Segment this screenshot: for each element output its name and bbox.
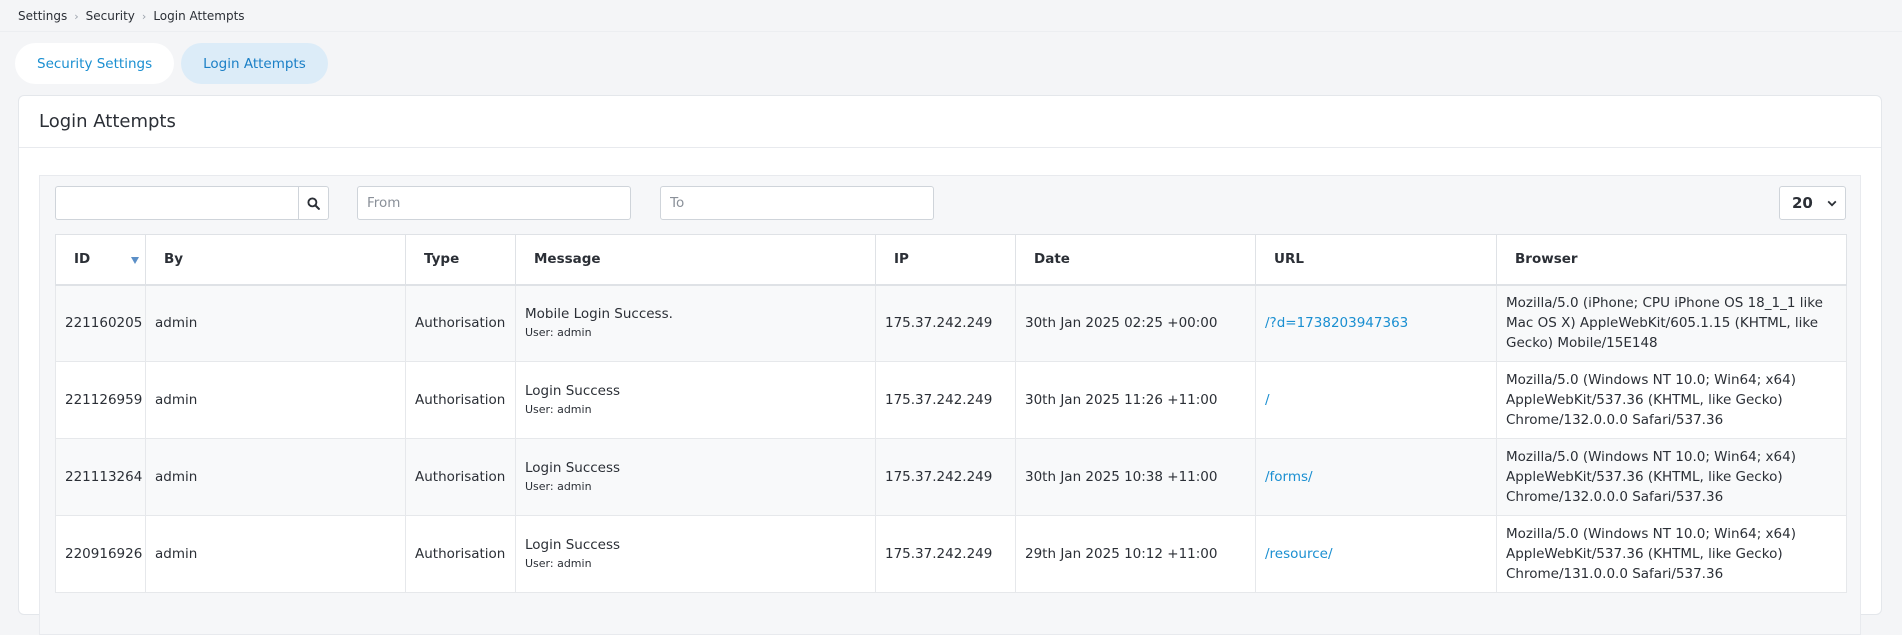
- table-row: 220916926 admin Authorisation Login Succ…: [55, 515, 1847, 593]
- column-header-message[interactable]: Message: [515, 234, 876, 286]
- panel-title: Login Attempts: [19, 96, 1881, 148]
- breadcrumb: Settings › Security › Login Attempts: [18, 9, 245, 23]
- cell-url: /resource/: [1255, 515, 1497, 593]
- column-header-by[interactable]: By: [145, 234, 406, 286]
- cell-browser: Mozilla/5.0 (Windows NT 10.0; Win64; x64…: [1496, 515, 1847, 593]
- cell-date: 30th Jan 2025 11:26 +11:00: [1015, 361, 1256, 439]
- breadcrumb-item-login-attempts: Login Attempts: [153, 9, 245, 23]
- cell-url: /: [1255, 361, 1497, 439]
- cell-by: admin: [145, 361, 406, 439]
- cell-id: 220916926: [55, 515, 146, 593]
- table-header-row: ID By Type Message IP Date URL Browser: [55, 234, 1847, 286]
- message-text: Login Success: [525, 537, 621, 553]
- column-header-type[interactable]: Type: [405, 234, 516, 286]
- column-header-browser[interactable]: Browser: [1496, 234, 1847, 286]
- cell-message: Mobile Login Success. User: admin: [515, 284, 876, 362]
- page-size-select[interactable]: 20: [1779, 186, 1846, 220]
- cell-message: Login Success User: admin: [515, 361, 876, 439]
- breadcrumb-separator-icon: ›: [141, 9, 147, 23]
- cell-browser: Mozilla/5.0 (Windows NT 10.0; Win64; x64…: [1496, 361, 1847, 439]
- cell-ip: 175.37.242.249: [875, 515, 1016, 593]
- date-to-input[interactable]: [660, 186, 934, 220]
- cell-date: 30th Jan 2025 10:38 +11:00: [1015, 438, 1256, 516]
- cell-date: 29th Jan 2025 10:12 +11:00: [1015, 515, 1256, 593]
- column-header-id[interactable]: ID: [55, 234, 146, 286]
- cell-browser: Mozilla/5.0 (iPhone; CPU iPhone OS 18_1_…: [1496, 284, 1847, 362]
- cell-date: 30th Jan 2025 02:25 +00:00: [1015, 284, 1256, 362]
- column-header-ip[interactable]: IP: [875, 234, 1016, 286]
- tab-security-settings[interactable]: Security Settings: [15, 43, 175, 84]
- chevron-down-icon: [1827, 200, 1837, 206]
- tab-login-attempts[interactable]: Login Attempts: [181, 43, 328, 84]
- message-text: Login Success: [525, 460, 621, 476]
- column-header-url[interactable]: URL: [1255, 234, 1497, 286]
- cell-url: /forms/: [1255, 438, 1497, 516]
- search-input[interactable]: [55, 186, 298, 220]
- column-header-date[interactable]: Date: [1015, 234, 1256, 286]
- message-user: User: admin: [525, 403, 592, 416]
- breadcrumb-item-settings[interactable]: Settings: [18, 9, 67, 23]
- page-size-value: 20: [1792, 194, 1813, 212]
- cell-id: 221160205: [55, 284, 146, 362]
- cell-browser: Mozilla/5.0 (Windows NT 10.0; Win64; x64…: [1496, 438, 1847, 516]
- cell-ip: 175.37.242.249: [875, 284, 1016, 362]
- breadcrumb-separator-icon: ›: [74, 9, 79, 23]
- url-link[interactable]: /resource/: [1265, 546, 1333, 562]
- table-row: 221126959 admin Authorisation Login Succ…: [55, 361, 1847, 439]
- cell-ip: 175.37.242.249: [875, 438, 1016, 516]
- search-group: [55, 186, 329, 220]
- message-user: User: admin: [525, 480, 592, 493]
- message-text: Mobile Login Success.: [525, 306, 673, 323]
- table-row: 221113264 admin Authorisation Login Succ…: [55, 438, 1847, 516]
- cell-by: admin: [145, 284, 406, 362]
- search-button[interactable]: [298, 186, 329, 220]
- url-link[interactable]: /: [1265, 392, 1270, 408]
- sort-desc-icon: [131, 257, 139, 264]
- table-row: 221160205 admin Authorisation Mobile Log…: [55, 284, 1847, 362]
- message-text: Login Success: [525, 383, 621, 399]
- cell-type: Authorisation: [405, 515, 516, 593]
- cell-url: /?d=1738203947363: [1255, 284, 1497, 362]
- breadcrumb-bar: [0, 0, 1902, 32]
- url-link[interactable]: /forms/: [1265, 469, 1313, 485]
- login-attempts-panel: Login Attempts 20: [18, 95, 1882, 635]
- tab-bar: Security Settings Login Attempts: [15, 43, 328, 84]
- cell-id: 221126959: [55, 361, 146, 439]
- cell-by: admin: [145, 515, 406, 593]
- message-user: User: admin: [525, 326, 592, 340]
- cell-type: Authorisation: [405, 361, 516, 439]
- cell-by: admin: [145, 438, 406, 516]
- cell-message: Login Success User: admin: [515, 515, 876, 593]
- cell-ip: 175.37.242.249: [875, 361, 1016, 439]
- cell-type: Authorisation: [405, 438, 516, 516]
- cell-message: Login Success User: admin: [515, 438, 876, 516]
- url-link[interactable]: /?d=1738203947363: [1265, 315, 1408, 331]
- message-user: User: admin: [525, 557, 592, 570]
- login-attempts-table: ID By Type Message IP Date URL Browser 2…: [55, 234, 1847, 593]
- cell-type: Authorisation: [405, 284, 516, 362]
- search-icon: [307, 196, 320, 210]
- breadcrumb-item-security[interactable]: Security: [86, 9, 135, 23]
- date-from-input[interactable]: [357, 186, 631, 220]
- table-container: 20 ID B: [39, 175, 1861, 635]
- cell-id: 221113264: [55, 438, 146, 516]
